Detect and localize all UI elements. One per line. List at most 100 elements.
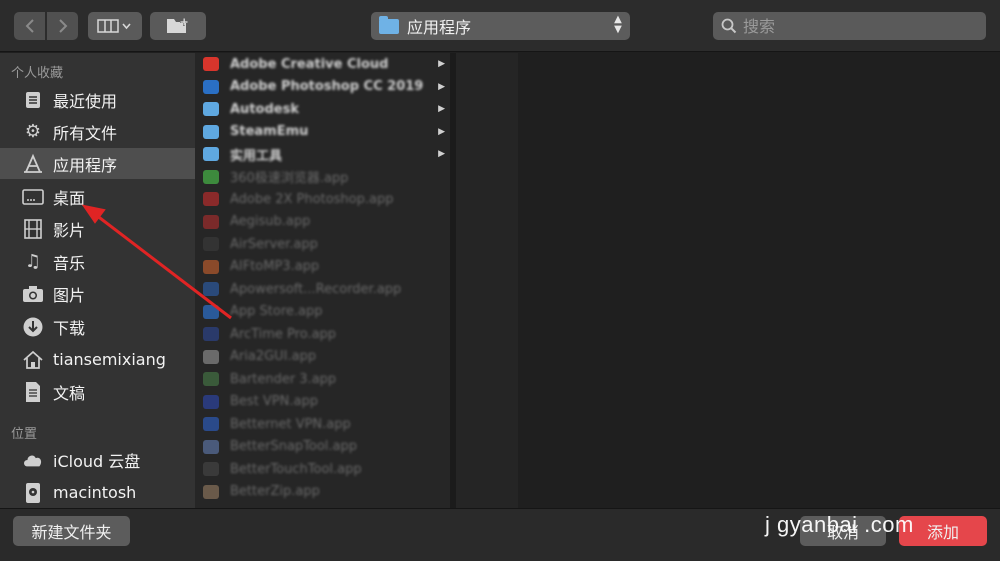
app-icon [203, 304, 219, 319]
file-row[interactable]: Adobe 2X Photoshop.app [203, 188, 453, 210]
back-button[interactable] [14, 12, 45, 40]
file-row[interactable]: AirServer.app [203, 233, 453, 255]
file-row[interactable]: Betternet VPN.app [203, 413, 453, 435]
folder-icon [203, 57, 219, 71]
file-row[interactable]: BetterZip.app [203, 481, 453, 503]
applications-icon [22, 153, 44, 175]
file-name: 360极速浏览器.app [230, 171, 349, 186]
document-icon [22, 381, 44, 403]
file-row[interactable]: 实用工具 ▶ [203, 143, 453, 165]
folder-icon [203, 147, 219, 161]
app-icon [203, 484, 219, 499]
sidebar-item-pictures[interactable]: 图片 [0, 278, 195, 309]
file-row[interactable]: Adobe Creative Cloud ▶ [203, 53, 453, 75]
camera-icon [22, 283, 44, 305]
file-name: Betternet VPN.app [230, 416, 351, 432]
music-note-icon: ♫ [24, 251, 42, 272]
file-row[interactable]: AIFtoMP3.app [203, 256, 453, 278]
app-icon [203, 349, 219, 364]
navigation-buttons [14, 12, 78, 40]
sidebar-item-recents[interactable]: 最近使用 [0, 84, 195, 115]
file-name: Aegisub.app [230, 214, 311, 229]
view-mode-button[interactable] [88, 12, 142, 40]
desktop-icon [22, 186, 44, 208]
file-row[interactable]: Aegisub.app [203, 211, 453, 233]
file-row[interactable]: ArcTime Pro.app [203, 323, 453, 345]
app-icon [203, 237, 219, 251]
sidebar-item-documents[interactable]: 文稿 [0, 376, 195, 407]
file-row[interactable]: Aria2GUI.app [203, 346, 453, 368]
disclosure-arrow-icon: ▶ [438, 104, 445, 114]
file-name: BetterSnapTool.app [230, 439, 358, 454]
file-name: Aria2GUI.app [230, 349, 317, 364]
file-row[interactable]: Best VPN.app [203, 391, 453, 413]
file-row[interactable]: SteamEmu ▶ [203, 121, 453, 143]
file-name: App Store.app [230, 304, 323, 319]
file-row[interactable]: Adobe Photoshop CC 2019 ▶ [203, 76, 453, 98]
search-input[interactable] [743, 16, 973, 36]
sidebar-item-movies[interactable]: 影片 [0, 213, 195, 244]
file-name: ArcTime Pro.app [230, 326, 337, 342]
location-popup[interactable]: 应用程序 ▲ ▼ [371, 12, 630, 40]
file-row[interactable]: Bartender 3.app [203, 368, 453, 390]
file-name: Adobe Creative Cloud [230, 56, 389, 72]
sidebar-item-downloads[interactable]: 下载 [0, 311, 195, 342]
file-name: BetterZip.app [230, 484, 320, 499]
app-icon [203, 417, 219, 431]
file-row[interactable]: Autodesk ▶ [203, 98, 453, 120]
disclosure-arrow-icon: ▶ [438, 59, 445, 69]
sidebar-item-label: 最近使用 [53, 91, 118, 111]
gear-icon: ⚙ [24, 121, 42, 142]
sidebar-item-icloud[interactable]: iCloud 云盘 [0, 444, 195, 475]
search-field[interactable] [713, 12, 986, 40]
app-icon [203, 169, 219, 184]
folder-icon [379, 15, 399, 34]
file-name: AIFtoMP3.app [230, 259, 320, 274]
chevron-right-icon [58, 19, 67, 33]
search-icon [721, 18, 737, 34]
file-name: Adobe Photoshop CC 2019 [230, 79, 424, 94]
watermark: j gyanbai .com [765, 512, 914, 537]
app-icon [203, 214, 219, 229]
app-icon [203, 327, 219, 341]
sidebar-item-label: 下载 [53, 318, 86, 338]
sidebar-item-music[interactable]: ♫ 音乐 [0, 246, 195, 277]
file-name: Apowersoft...Recorder.app [230, 281, 402, 297]
new-folder-toolbar-button[interactable] [150, 12, 206, 40]
sidebar-item-home[interactable]: tiansemixiang [0, 344, 195, 375]
sidebar-item-label: tiansemixiang [53, 350, 166, 369]
sidebar-item-applications[interactable]: 应用程序 [0, 148, 195, 179]
disk-icon [22, 482, 44, 504]
file-row[interactable]: BetterTouchTool.app [203, 458, 453, 480]
favorites-heading: 个人收藏 [11, 66, 64, 81]
file-name: SteamEmu [230, 124, 309, 139]
file-row[interactable]: BetterSnapTool.app [203, 436, 453, 458]
sidebar-item-macintosh[interactable]: macintosh [0, 477, 195, 508]
forward-button[interactable] [47, 12, 78, 40]
app-icon [203, 462, 219, 476]
file-row[interactable]: Apowersoft...Recorder.app [203, 278, 453, 300]
toolbar: 应用程序 ▲ ▼ [0, 0, 1000, 52]
preview-area [518, 53, 1000, 508]
sidebar-item-label: 应用程序 [53, 155, 118, 175]
file-row[interactable]: 360极速浏览器.app [203, 166, 453, 188]
film-icon [22, 218, 44, 240]
folder-icon [203, 79, 219, 94]
file-name: Adobe 2X Photoshop.app [230, 191, 394, 207]
recents-icon [22, 89, 44, 111]
file-column-empty [456, 53, 518, 508]
home-icon [22, 349, 44, 371]
sidebar-item-all-files[interactable]: ⚙ 所有文件 [0, 116, 195, 147]
sidebar-item-label: macintosh [53, 483, 137, 502]
app-icon [203, 439, 219, 454]
disclosure-arrow-icon: ▶ [438, 149, 445, 159]
disclosure-arrow-icon: ▶ [438, 81, 445, 92]
file-row[interactable]: App Store.app [203, 301, 453, 323]
app-icon [203, 372, 219, 386]
disclosure-arrow-icon: ▶ [438, 126, 445, 137]
locations-heading: 位置 [11, 427, 38, 442]
sidebar-item-label: 所有文件 [53, 123, 118, 143]
new-folder-button[interactable]: 新建文件夹 [13, 516, 130, 546]
sidebar-item-desktop[interactable]: 桌面 [0, 181, 195, 212]
file-name: Autodesk [230, 101, 299, 117]
